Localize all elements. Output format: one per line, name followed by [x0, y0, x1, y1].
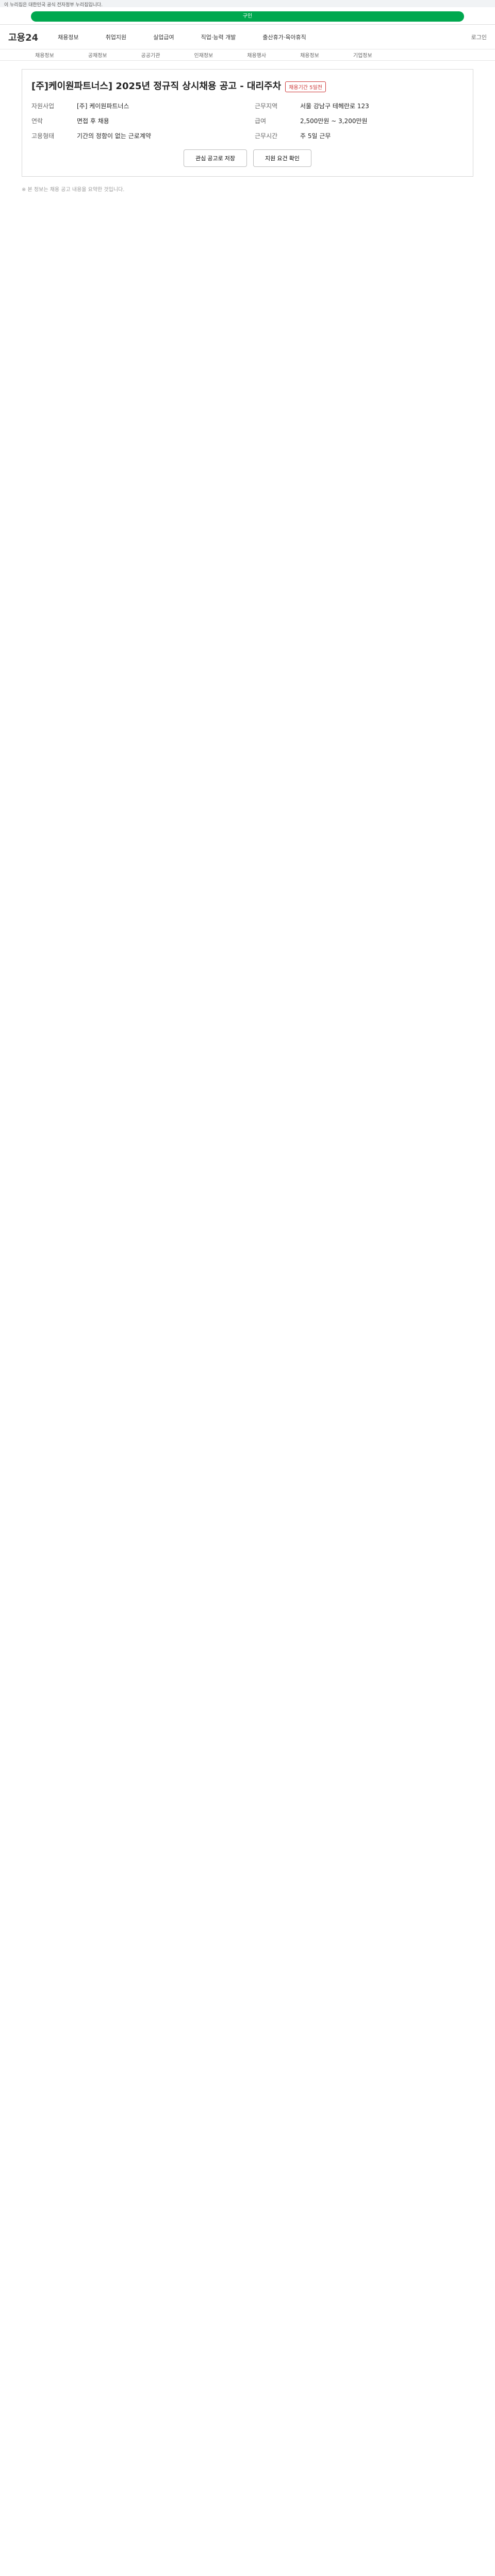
menu-item[interactable]: 취업지원	[106, 33, 126, 41]
check-requirements-button[interactable]: 지원 요건 확인	[253, 149, 311, 167]
site-header: 고용24 채용정보 취업지원 실업급여 직업·능력 개발 출산휴가·육아휴직 로…	[0, 25, 495, 49]
subnav-item[interactable]: 공공기관	[141, 51, 160, 59]
menu-item[interactable]: 직업·능력 개발	[201, 33, 236, 41]
subnav-item[interactable]: 채용행사	[247, 51, 266, 59]
job-actions: 관심 공고로 저장 지원 요건 확인	[31, 149, 464, 167]
job-info-grid: 자원사업 [주] 케이원파트너스 근무지역 서울 강남구 테헤란로 123 연락 면접…	[31, 101, 464, 140]
top-tab-bar: 구인	[0, 7, 495, 25]
subnav-item[interactable]: 기업정보	[353, 51, 372, 59]
main-menu: 채용정보 취업지원 실업급여 직업·능력 개발 출산휴가·육아휴직	[58, 33, 306, 41]
job-footnote: ※ 본 정보는 채용 공고 내용을 요약한 것입니다.	[22, 187, 125, 193]
save-job-button[interactable]: 관심 공고로 저장	[184, 149, 248, 167]
job-info-row: 근무지역 서울 강남구 테헤란로 123	[255, 103, 369, 110]
job-info-row: 연락 면접 후 채용	[31, 117, 109, 125]
gov-banner: 이 누리집은 대한민국 공식 전자정부 누리집입니다.	[0, 0, 495, 8]
subnav-item[interactable]: 인재정보	[194, 51, 213, 59]
job-info-row: 급여 2,500만원 ~ 3,200만원	[255, 117, 368, 125]
menu-item[interactable]: 실업급여	[153, 33, 174, 41]
menu-item[interactable]: 채용정보	[58, 33, 78, 41]
job-info-row: 자원사업 [주] 케이원파트너스	[31, 103, 129, 110]
menu-item[interactable]: 출산휴가·육아휴직	[262, 33, 306, 41]
sub-navigation: 채용정보 공채정보 공공기관 인재정보 채용행사 채용정보 기업정보	[0, 49, 495, 61]
subnav-item[interactable]: 채용정보	[35, 51, 54, 59]
site-logo[interactable]: 고용24	[8, 30, 38, 44]
subnav-item[interactable]: 채용정보	[300, 51, 319, 59]
job-summary-card: [주]케이원파트너스] 2025년 정규직 상시채용 공고 - 대리주차 채용기간…	[22, 69, 473, 177]
active-tab[interactable]: 구인	[31, 11, 464, 22]
subnav-item[interactable]: 공채정보	[88, 51, 107, 59]
job-info-row: 고용형태 기간의 정함이 없는 근로계약	[31, 132, 151, 140]
job-title: [주]케이원파트너스] 2025년 정규직 상시채용 공고 - 대리주차	[31, 81, 282, 92]
login-link[interactable]: 로그인	[471, 33, 487, 41]
deadline-badge: 채용기간 5일전	[285, 81, 326, 92]
job-info-row: 근무시간 주 5일 근무	[255, 132, 331, 140]
